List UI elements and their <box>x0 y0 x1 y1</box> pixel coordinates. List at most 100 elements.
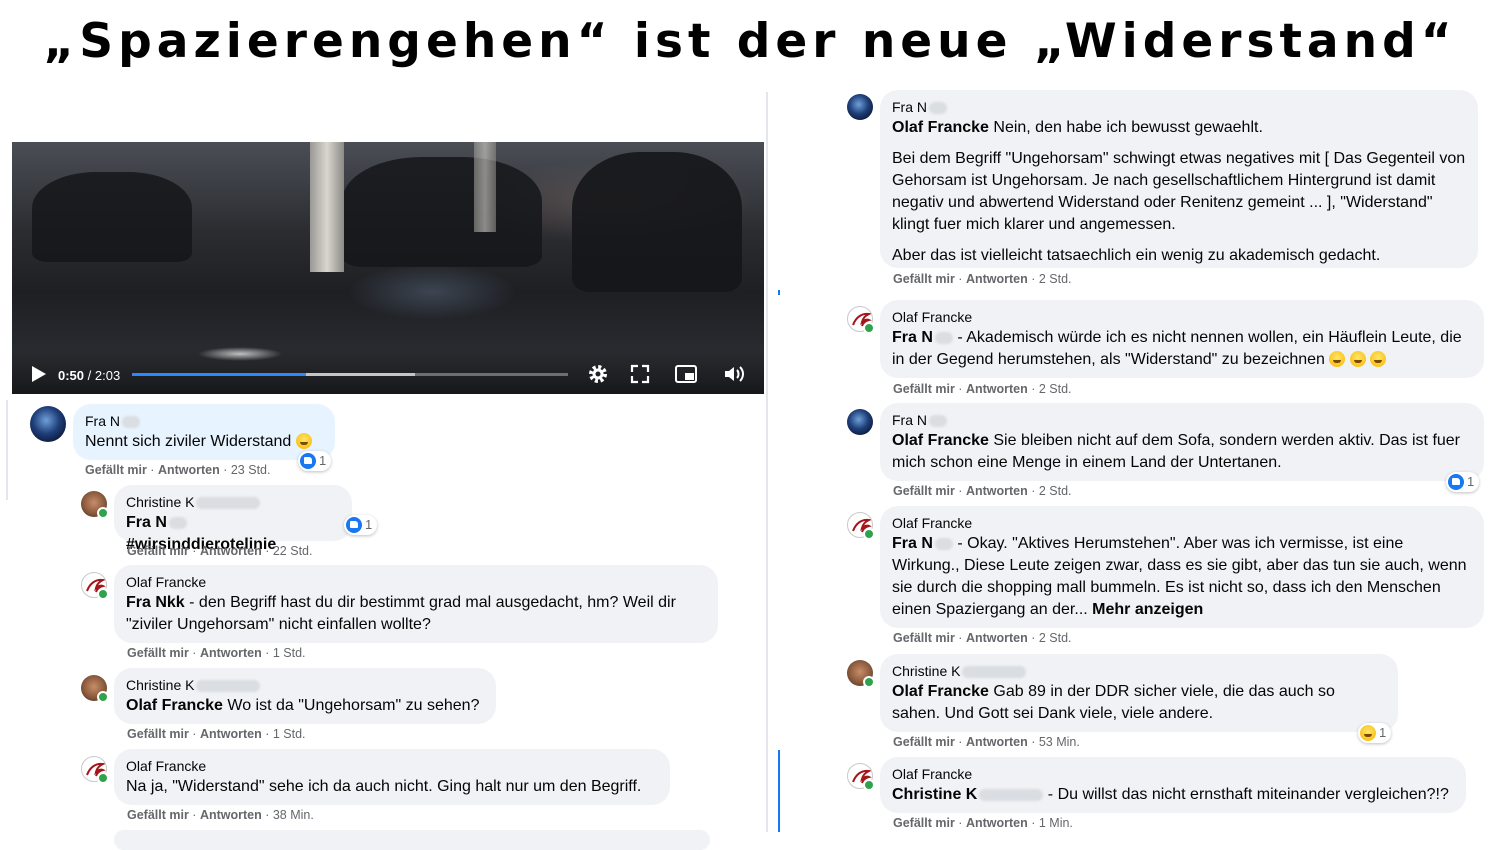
video-scene <box>310 142 344 272</box>
comment-time: 1 Min. <box>1038 816 1073 830</box>
mention-tag[interactable]: Fra N <box>892 535 953 552</box>
mention-tag[interactable]: Fra N <box>126 514 187 531</box>
avatar[interactable] <box>847 409 873 435</box>
video-current-time: 0:50 <box>58 368 85 383</box>
like-link[interactable]: Gefällt mir <box>127 544 189 558</box>
mention-tag[interactable]: Olaf Francke <box>892 683 989 700</box>
comment-bubble: Fra N Olaf Francke Sie bleiben nicht auf… <box>880 403 1484 481</box>
video-scene <box>342 157 542 267</box>
fullscreen-icon[interactable] <box>628 362 652 386</box>
reaction-count[interactable]: 1 <box>298 451 332 471</box>
comment-actions: Gefällt mir · Antworten · 38 Min. <box>127 808 314 822</box>
mention-tag[interactable]: Christine K <box>892 786 1044 803</box>
comment-text: Nennt sich ziviler Widerstand <box>85 431 323 453</box>
reply-link[interactable]: Antworten <box>966 816 1028 830</box>
comment-author[interactable]: Fra N <box>85 412 323 430</box>
comment-time: 2 Std. <box>1038 484 1072 498</box>
comment-author[interactable]: Fra N <box>892 411 1472 429</box>
video-scene <box>474 142 496 232</box>
comment-author[interactable]: Olaf Francke <box>892 308 1472 326</box>
video-duration: 2:03 <box>94 368 121 383</box>
reply-link[interactable]: Antworten <box>966 484 1028 498</box>
video-time: 0:50 / 2:03 <box>58 368 121 383</box>
comment-actions: Gefällt mir · Antworten · 53 Min. <box>893 735 1080 749</box>
reaction-count[interactable]: 1 <box>1358 723 1392 743</box>
like-link[interactable]: Gefällt mir <box>893 631 955 645</box>
avatar[interactable] <box>847 94 873 120</box>
comment-text: Olaf Francke Nein, den habe ich bewusst … <box>892 119 1263 136</box>
comment-actions: Gefällt mir · Antworten · 1 Std. <box>127 646 306 660</box>
like-link[interactable]: Gefällt mir <box>893 816 955 830</box>
comment-time: 1 Std. <box>272 646 306 660</box>
comment-actions: Gefällt mir · Antworten · 2 Std. <box>893 272 1072 286</box>
like-link[interactable]: Gefällt mir <box>127 646 189 660</box>
reply-link[interactable]: Antworten <box>200 646 262 660</box>
online-status-dot <box>863 322 875 334</box>
comment-paragraph: Bei dem Begriff "Ungehorsam" schwingt et… <box>892 150 1466 233</box>
like-link[interactable]: Gefällt mir <box>893 382 955 396</box>
reply-link[interactable]: Antworten <box>966 631 1028 645</box>
comment-author[interactable]: Christine K <box>126 493 340 511</box>
volume-icon[interactable] <box>722 362 746 386</box>
comment-time: 22 Std. <box>272 544 313 558</box>
comment-author[interactable]: Olaf Francke <box>126 757 658 775</box>
comment-bubble: Olaf Francke Fra N - Akademisch würde ic… <box>880 300 1484 378</box>
comment-bubble: Fra N Nennt sich ziviler Widerstand <box>73 404 335 460</box>
video-progress-fill <box>132 373 307 376</box>
avatar[interactable] <box>30 406 66 442</box>
comment-text: Fra N - Akademisch würde ich es nicht ne… <box>892 329 1462 368</box>
comment-author[interactable]: Olaf Francke <box>126 573 706 591</box>
smiley-emoji-icon <box>1370 350 1387 367</box>
comment-author[interactable]: Olaf Francke <box>892 514 1472 532</box>
reply-link[interactable]: Antworten <box>200 808 262 822</box>
comment-author[interactable]: Christine K <box>126 676 484 694</box>
comment-text: Fra N - Okay. "Aktives Herumstehen". Abe… <box>892 535 1467 618</box>
show-more-link[interactable]: Mehr anzeigen <box>1092 601 1203 618</box>
picture-in-picture-icon[interactable] <box>674 362 698 386</box>
column-divider <box>778 290 780 295</box>
comment-time: 53 Min. <box>1038 735 1080 749</box>
smiley-emoji-icon <box>1349 350 1366 367</box>
comment-bubble: Olaf Francke Christine K - Du willst das… <box>880 757 1466 813</box>
mention-tag[interactable]: Fra N <box>892 329 953 346</box>
reply-link[interactable]: Antworten <box>966 272 1028 286</box>
comment-time: 38 Min. <box>272 808 314 822</box>
like-link[interactable]: Gefällt mir <box>893 735 955 749</box>
tongue-emoji-icon <box>1360 724 1376 741</box>
like-link[interactable]: Gefällt mir <box>85 463 147 477</box>
comment-bubble: Fra N Olaf Francke Nein, den habe ich be… <box>880 90 1478 268</box>
play-icon[interactable] <box>26 362 50 386</box>
like-link[interactable]: Gefällt mir <box>127 808 189 822</box>
reply-link[interactable]: Antworten <box>200 544 262 558</box>
mention-tag[interactable]: Olaf Francke <box>892 432 989 449</box>
comment-author[interactable]: Christine K <box>892 662 1386 680</box>
reply-link[interactable]: Antworten <box>158 463 220 477</box>
comment-author[interactable]: Olaf Francke <box>892 765 1454 783</box>
video-progress-bar[interactable] <box>132 373 568 376</box>
like-link[interactable]: Gefällt mir <box>127 727 189 741</box>
comment-bubble: Olaf Francke Na ja, "Widerstand" sehe ic… <box>114 749 670 805</box>
comment-text: Olaf Francke Gab 89 in der DDR sicher vi… <box>892 683 1335 722</box>
comment-bubble: Christine K Olaf Francke Gab 89 in der D… <box>880 654 1398 732</box>
reply-link[interactable]: Antworten <box>966 382 1028 396</box>
reply-link[interactable]: Antworten <box>966 735 1028 749</box>
comment-actions: Gefällt mir · Antworten · 2 Std. <box>893 484 1072 498</box>
like-link[interactable]: Gefällt mir <box>893 484 955 498</box>
comment-time: 2 Std. <box>1038 382 1072 396</box>
comment-author[interactable]: Fra N <box>892 98 1466 116</box>
settings-gear-icon[interactable] <box>586 362 610 386</box>
mention-tag[interactable]: Fra Nkk <box>126 594 185 611</box>
video-scene <box>32 172 192 262</box>
mention-tag[interactable]: Olaf Francke <box>126 697 223 714</box>
reaction-count[interactable]: 1 <box>344 515 378 535</box>
comment-time: 23 Std. <box>230 463 271 477</box>
mention-tag[interactable]: Olaf Francke <box>892 119 989 136</box>
video-player[interactable]: 0:50 / 2:03 <box>12 142 764 394</box>
headline: „Spazierengehen“ ist der neue „Widerstan… <box>43 14 1457 69</box>
column-divider <box>766 92 768 832</box>
reaction-count[interactable]: 1 <box>1446 472 1480 492</box>
like-reaction-icon <box>1448 473 1464 490</box>
like-link[interactable]: Gefällt mir <box>893 272 955 286</box>
reply-link[interactable]: Antworten <box>200 727 262 741</box>
comment-text: Olaf Francke Wo ist da "Ungehorsam" zu s… <box>126 697 480 714</box>
